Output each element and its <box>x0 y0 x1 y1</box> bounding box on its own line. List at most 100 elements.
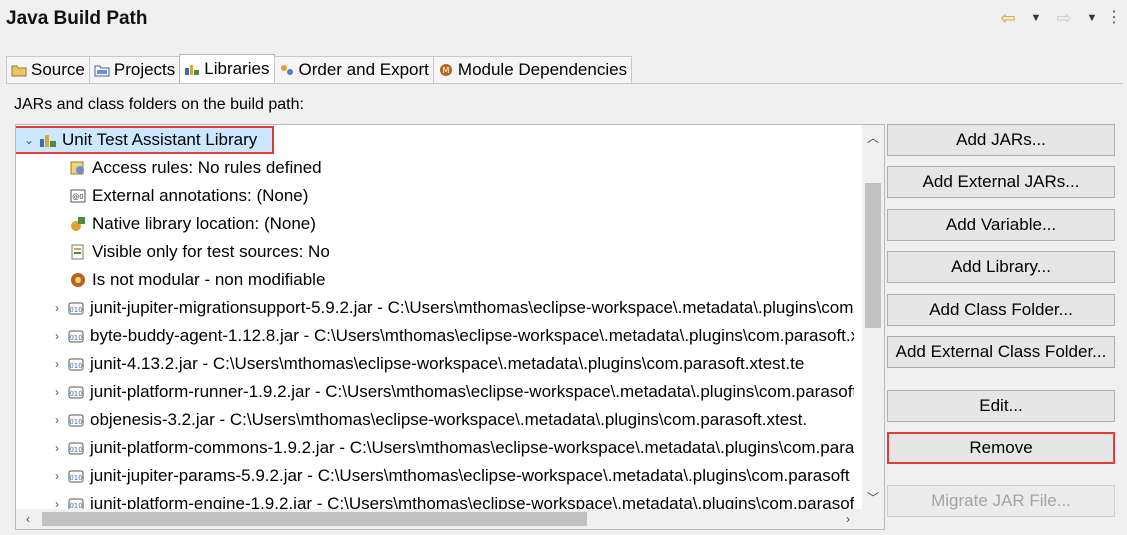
tab-module-dependencies[interactable]: M Module Dependencies <box>432 56 633 83</box>
tree-item-jar[interactable]: › 010 byte-buddy-agent-1.12.8.jar - C:\U… <box>48 322 854 350</box>
migrate-jar-button: Migrate JAR File... <box>887 485 1115 517</box>
modular-icon <box>68 270 88 290</box>
tab-label: Module Dependencies <box>457 60 628 79</box>
tree-item-label: junit-jupiter-migrationsupport-5.9.2.jar… <box>90 298 854 317</box>
svg-text:010: 010 <box>69 362 82 370</box>
horizontal-scroll-thumb[interactable] <box>42 512 587 526</box>
chevron-right-icon[interactable]: › <box>48 413 66 427</box>
chevron-right-icon[interactable]: › <box>48 301 66 315</box>
tree-item-label: Visible only for test sources: No <box>92 242 330 261</box>
svg-text:010: 010 <box>69 390 82 398</box>
view-menu-icon[interactable]: ⋮ <box>1106 8 1122 28</box>
projects-icon <box>94 63 110 77</box>
chevron-right-icon[interactable]: › <box>48 329 66 343</box>
chevron-right-icon[interactable]: › <box>48 497 66 509</box>
tree-item-jar[interactable]: › 010 junit-platform-commons-1.9.2.jar -… <box>48 434 854 462</box>
tab-label: Projects <box>113 60 176 79</box>
tree-item-label: objenesis-3.2.jar - C:\Users\mthomas\ecl… <box>90 410 808 429</box>
vertical-scrollbar[interactable]: ︿ ﹀ <box>862 125 884 509</box>
tree-rows: ⌄ Unit Test Assistant Library Access rul… <box>16 125 854 509</box>
chevron-right-icon[interactable]: › <box>48 469 66 483</box>
page-title: Java Build Path <box>6 8 148 29</box>
jar-icon: 010 <box>66 326 86 346</box>
forward-dropdown-icon[interactable]: ▼ <box>1081 8 1103 28</box>
scroll-left-icon[interactable]: ‹ <box>18 509 38 529</box>
tree-item-label: Unit Test Assistant Library <box>62 130 258 149</box>
library-icon <box>38 130 58 150</box>
jar-icon: 010 <box>66 382 86 402</box>
tree-item-library[interactable]: ⌄ Unit Test Assistant Library <box>20 126 257 154</box>
tree-item-attribute[interactable]: Access rules: No rules defined <box>68 154 322 182</box>
svg-text:@0: @0 <box>72 193 83 201</box>
add-external-class-folder-button[interactable]: Add External Class Folder... <box>887 336 1115 368</box>
tree-item-label: junit-4.13.2.jar - C:\Users\mthomas\ecli… <box>90 354 805 373</box>
add-class-folder-button[interactable]: Add Class Folder... <box>887 294 1115 326</box>
svg-text:010: 010 <box>69 306 82 314</box>
svg-text:010: 010 <box>69 502 82 509</box>
tab-libraries[interactable]: Libraries <box>179 54 275 83</box>
tree-item-label: External annotations: (None) <box>92 186 309 205</box>
scroll-up-icon[interactable]: ︿ <box>862 127 884 147</box>
jar-icon: 010 <box>66 494 86 509</box>
svg-text:010: 010 <box>69 418 82 426</box>
tree-item-label: Native library location: (None) <box>92 214 316 233</box>
add-library-button[interactable]: Add Library... <box>887 251 1115 283</box>
back-arrow-icon[interactable]: ⇦ <box>997 8 1019 28</box>
tab-label: Order and Export <box>298 60 429 79</box>
scroll-right-icon[interactable]: › <box>838 509 858 529</box>
add-external-jars-button[interactable]: Add External JARs... <box>887 166 1115 198</box>
tab-label: Source <box>31 60 85 79</box>
remove-button[interactable]: Remove <box>887 432 1115 464</box>
svg-text:010: 010 <box>69 446 82 454</box>
tree-item-attribute[interactable]: Is not modular - non modifiable <box>68 266 325 294</box>
tree-item-jar[interactable]: › 010 junit-jupiter-migrationsupport-5.9… <box>48 294 854 322</box>
jar-icon: 010 <box>66 354 86 374</box>
libraries-panel: JARs and class folders on the build path… <box>6 84 1123 532</box>
module-dependencies-icon: M <box>438 63 454 77</box>
order-export-icon <box>279 63 295 77</box>
tree-item-attribute[interactable]: @0 External annotations: (None) <box>68 182 308 210</box>
edit-button[interactable]: Edit... <box>887 390 1115 422</box>
jar-icon: 010 <box>66 466 86 486</box>
chevron-right-icon[interactable]: › <box>48 441 66 455</box>
tree-item-jar[interactable]: › 010 junit-platform-runner-1.9.2.jar - … <box>48 378 854 406</box>
chevron-down-icon[interactable]: ⌄ <box>20 133 38 147</box>
tree-item-label: Is not modular - non modifiable <box>92 270 326 289</box>
forward-arrow-icon[interactable]: ⇨ <box>1053 8 1075 28</box>
add-variable-button[interactable]: Add Variable... <box>887 209 1115 241</box>
scroll-down-icon[interactable]: ﹀ <box>862 487 884 507</box>
tree-item-jar[interactable]: › 010 objenesis-3.2.jar - C:\Users\mthom… <box>48 406 807 434</box>
tree-item-label: junit-platform-runner-1.9.2.jar - C:\Use… <box>90 382 854 401</box>
svg-text:010: 010 <box>69 334 82 342</box>
scroll-corner <box>862 509 884 529</box>
tree-item-label: junit-jupiter-params-5.9.2.jar - C:\User… <box>90 466 850 485</box>
tree-item-jar[interactable]: › 010 junit-platform-engine-1.9.2.jar - … <box>48 490 854 509</box>
back-dropdown-icon[interactable]: ▼ <box>1025 8 1047 28</box>
tab-projects[interactable]: Projects <box>88 56 181 83</box>
svg-text:M: M <box>442 66 449 75</box>
build-path-tree[interactable]: ⌄ Unit Test Assistant Library Access rul… <box>15 124 885 530</box>
tree-item-label: junit-platform-commons-1.9.2.jar - C:\Us… <box>90 438 854 457</box>
tab-source[interactable]: Source <box>6 56 90 83</box>
horizontal-scrollbar[interactable]: ‹ › <box>16 509 884 529</box>
chevron-right-icon[interactable]: › <box>48 385 66 399</box>
tree-item-jar[interactable]: › 010 junit-4.13.2.jar - C:\Users\mthoma… <box>48 350 804 378</box>
tab-order-export[interactable]: Order and Export <box>273 56 434 83</box>
tree-item-label: junit-platform-engine-1.9.2.jar - C:\Use… <box>90 494 854 509</box>
tree-item-label: byte-buddy-agent-1.12.8.jar - C:\Users\m… <box>90 326 854 345</box>
svg-text:010: 010 <box>69 474 82 482</box>
tree-item-jar[interactable]: › 010 junit-jupiter-params-5.9.2.jar - C… <box>48 462 850 490</box>
libraries-icon <box>184 62 200 76</box>
source-folder-icon <box>11 63 27 77</box>
chevron-right-icon[interactable]: › <box>48 357 66 371</box>
tree-item-attribute[interactable]: Visible only for test sources: No <box>68 238 330 266</box>
panel-description: JARs and class folders on the build path… <box>14 96 304 113</box>
add-jars-button[interactable]: Add JARs... <box>887 124 1115 156</box>
tree-item-attribute[interactable]: Native library location: (None) <box>68 210 316 238</box>
nav-toolbar: ⇦ ▼ ⇨ ▼ ⋮ <box>997 8 1122 28</box>
tree-item-label: Access rules: No rules defined <box>92 158 322 177</box>
tab-label: Libraries <box>204 59 270 78</box>
jar-icon: 010 <box>66 410 86 430</box>
native-library-icon <box>68 214 88 234</box>
vertical-scroll-thumb[interactable] <box>865 183 881 328</box>
